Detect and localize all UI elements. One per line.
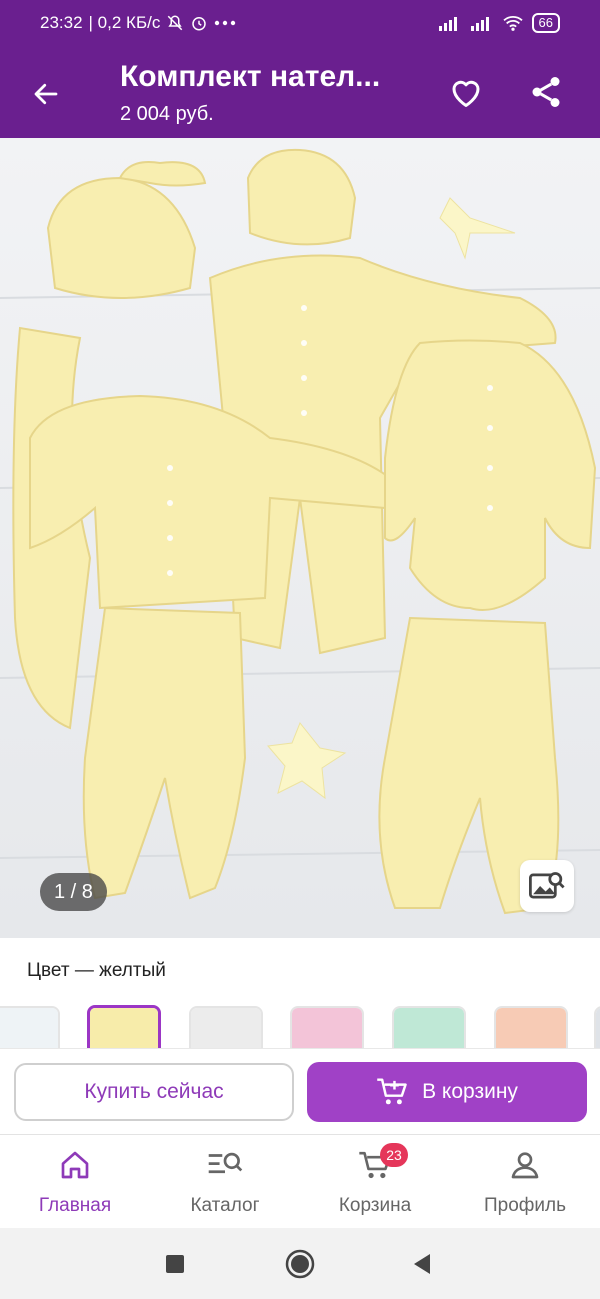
nav-home[interactable]: Главная [0, 1135, 150, 1229]
color-label: Цвет — желтый [27, 960, 166, 981]
swatch-grey[interactable] [189, 1006, 263, 1050]
nav-cart-label: Корзина [338, 1195, 412, 1216]
swatch-yellow[interactable] [87, 1005, 161, 1050]
nav-profile-label: Профиль [483, 1195, 567, 1216]
catalog-search-icon [208, 1152, 243, 1174]
recents-button[interactable] [157, 1246, 193, 1282]
nav-catalog[interactable]: Каталог [150, 1135, 300, 1229]
more-dots-icon [214, 20, 236, 26]
nav-cart[interactable]: 23 Корзина [300, 1135, 450, 1229]
bottom-navigation: Главная Каталог 23 Корзина Профиль [0, 1134, 600, 1228]
home-icon [61, 1151, 89, 1179]
image-search-icon [529, 872, 565, 899]
heart-icon [452, 80, 480, 107]
cart-count-badge: 23 [380, 1143, 408, 1167]
system-navigation-bar [0, 1228, 600, 1299]
nav-profile[interactable]: Профиль [450, 1135, 600, 1229]
status-speed: | 0,2 КБ/с [88, 12, 161, 32]
back-system-button[interactable] [404, 1246, 440, 1282]
add-to-cart-button[interactable]: В корзину [307, 1062, 587, 1122]
add-to-cart-icon [377, 1078, 407, 1105]
product-photo [0, 138, 600, 938]
signal-icon [438, 15, 462, 31]
app-bar: Комплект нател... 2 004 руб. [0, 45, 600, 138]
battery-indicator: 66 [531, 12, 560, 33]
counter-total: 8 [81, 880, 93, 903]
wifi-icon [502, 14, 524, 32]
profile-icon [511, 1152, 539, 1179]
image-search-button[interactable] [520, 860, 574, 912]
page-title: Комплект нател... [120, 60, 381, 93]
nav-catalog-label: Каталог [190, 1195, 260, 1216]
status-bar: 23:32 | 0,2 КБ/с 66 [0, 0, 600, 45]
product-price: 2 004 руб. [120, 103, 214, 125]
action-bar: Купить сейчас В корзину [0, 1048, 600, 1134]
home-circle-icon [285, 1249, 315, 1279]
swatch-mint[interactable] [392, 1006, 466, 1050]
alarm-icon [190, 14, 208, 32]
share-button[interactable] [522, 68, 570, 116]
counter-separator: / [65, 880, 82, 903]
favorite-button[interactable] [442, 68, 490, 116]
swatch-pink[interactable] [290, 1006, 364, 1050]
nav-home-label: Главная [38, 1195, 112, 1216]
add-to-cart-label: В корзину [422, 1080, 518, 1103]
product-image-gallery[interactable]: 1 / 8 [0, 138, 600, 938]
swatch-white[interactable] [0, 1006, 60, 1050]
back-button[interactable] [22, 70, 70, 118]
buy-now-button[interactable]: Купить сейчас [14, 1063, 294, 1121]
back-triangle-icon [414, 1254, 430, 1274]
signal-icon-2 [470, 15, 494, 31]
recents-square-icon [166, 1255, 184, 1273]
mute-icon [166, 14, 184, 32]
status-time: 23:32 [40, 12, 83, 32]
image-counter: 1 / 8 [40, 873, 107, 911]
back-arrow-icon [34, 83, 58, 105]
color-swatch-list [0, 1000, 600, 1050]
swatch-peach[interactable] [494, 1006, 568, 1050]
home-system-button[interactable] [282, 1246, 318, 1282]
swatch-partial[interactable] [594, 1006, 600, 1050]
counter-current: 1 [54, 880, 66, 903]
share-icon [532, 77, 560, 107]
